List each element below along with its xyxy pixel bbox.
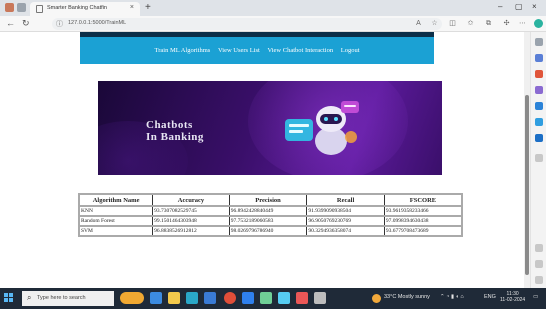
settings-icon[interactable]: [535, 276, 543, 284]
refresh-sidebar-icon[interactable]: [535, 260, 543, 268]
nav-links: Train ML Algorithms View Users List View…: [80, 47, 434, 54]
page-scrollbar-thumb[interactable]: [525, 95, 529, 275]
robot-icon: [285, 101, 359, 155]
edge-sidebar: [530, 32, 546, 288]
app-icon[interactable]: [242, 292, 254, 304]
cell-fscore: 93.9619358233466: [383, 205, 463, 217]
cell-precision: 97.7532189060583: [228, 215, 308, 227]
cell-precision: 98.0269796786940: [228, 225, 308, 237]
search-icon: ⌕: [27, 293, 32, 302]
extensions-icon[interactable]: ✣: [502, 19, 511, 28]
minimize-button[interactable]: –: [498, 2, 502, 11]
tab-close-icon[interactable]: ×: [130, 4, 134, 11]
weather-text[interactable]: 33°C Mostly sunny: [384, 294, 430, 300]
app-icon[interactable]: [314, 292, 326, 304]
nav-train-ml-link[interactable]: Train ML Algorithms: [154, 47, 210, 54]
address-bar-row: ← ↻ ⓘ 127.0.0.1:5000/TrainML A ☆ ◫ ✩ ⧉ ✣…: [0, 16, 546, 32]
widgets-icon[interactable]: [120, 292, 144, 304]
shopping-icon[interactable]: [535, 70, 543, 78]
more-icon[interactable]: ⋯: [518, 19, 527, 28]
table-row: Random Forest 99.1501464303948 97.753218…: [78, 215, 463, 227]
url-field[interactable]: ⓘ 127.0.0.1:5000/TrainML: [52, 18, 442, 30]
app-icon[interactable]: [278, 292, 290, 304]
cell-accuracy: 96.8838526912812: [152, 225, 230, 237]
nav-logout-link[interactable]: Logout: [341, 47, 360, 54]
header-accuracy: Accuracy: [152, 193, 230, 207]
nav-chatbot-interaction-link[interactable]: View Chatbot Interaction: [267, 47, 333, 54]
maximize-button[interactable]: ▢: [515, 2, 523, 11]
discover-icon[interactable]: [535, 54, 543, 62]
url-text[interactable]: 127.0.0.1:5000/TrainML: [68, 20, 126, 26]
table-row: SVM 96.8838526912812 98.0269796786940 90…: [78, 225, 463, 237]
notification-icon[interactable]: ▭: [533, 294, 538, 300]
banner-image: Chatbots In Banking: [98, 81, 442, 175]
favorites-icon[interactable]: ✩: [466, 19, 475, 28]
split-screen-icon[interactable]: ◫: [448, 19, 457, 28]
workspaces-icon[interactable]: [17, 3, 26, 12]
browser-tab[interactable]: Smarter Banking Chatfin ×: [30, 2, 140, 16]
office-icon[interactable]: [535, 118, 543, 126]
cell-algorithm: Random Forest: [78, 215, 154, 227]
cell-accuracy: 99.1501464303948: [152, 215, 230, 227]
outlook-icon[interactable]: [535, 134, 543, 142]
results-table: Algorithm Name Accuracy Precision Recall…: [78, 193, 463, 237]
collections-icon[interactable]: ⧉: [484, 19, 493, 28]
cell-recall: 90.3294936358074: [306, 225, 385, 237]
search-icon[interactable]: [535, 38, 543, 46]
sidebar-layout-icon[interactable]: [535, 244, 543, 252]
edge-icon[interactable]: [186, 292, 198, 304]
clock-date: 11-02-2024: [500, 297, 526, 303]
banner-line-1: Chatbots: [146, 119, 193, 131]
back-icon[interactable]: ←: [6, 18, 15, 28]
taskbar-search-placeholder: Type here to search: [37, 295, 86, 301]
header-algorithm: Algorithm Name: [78, 193, 154, 207]
weather-icon[interactable]: [372, 294, 381, 303]
app-icon[interactable]: [296, 292, 308, 304]
profile-icon[interactable]: [5, 3, 14, 12]
table-row: KNN 93.7307082529745 96.8942428840449 91…: [78, 205, 463, 217]
windows-start-icon[interactable]: [4, 293, 14, 303]
windows-taskbar: ⌕ Type here to search 33°C Mostly sunny …: [0, 288, 546, 309]
close-window-button[interactable]: ×: [532, 2, 537, 11]
chrome-icon[interactable]: [224, 292, 236, 304]
refresh-icon[interactable]: ↻: [22, 18, 30, 29]
tray-icons[interactable]: ⌃ ◔ ▮ ◖ ⌂: [440, 294, 464, 300]
banner-line-2: In Banking: [146, 131, 204, 143]
copilot-icon[interactable]: [534, 19, 543, 28]
cell-accuracy: 93.7307082529745: [152, 205, 230, 217]
read-aloud-icon[interactable]: A: [414, 19, 423, 28]
cell-recall: 96.9050769230769: [306, 215, 385, 227]
navigation-bar: Train ML Algorithms View Users List View…: [80, 37, 434, 64]
cell-algorithm: SVM: [78, 225, 154, 237]
table-header-row: Algorithm Name Accuracy Precision Recall…: [78, 193, 463, 207]
tools-icon[interactable]: [535, 86, 543, 94]
mail-icon[interactable]: [204, 292, 216, 304]
header-recall: Recall: [306, 193, 385, 207]
file-explorer-icon[interactable]: [168, 292, 180, 304]
page-icon: [36, 5, 43, 13]
task-view-icon[interactable]: [150, 292, 162, 304]
tab-title: Smarter Banking Chatfin: [47, 5, 107, 11]
clock[interactable]: 11:30 11-02-2024: [500, 291, 525, 303]
header-precision: Precision: [228, 193, 308, 207]
cell-fscore: 93.6779708473689: [383, 225, 463, 237]
new-tab-button[interactable]: +: [145, 2, 151, 13]
cell-fscore: 97.0998394630438: [383, 215, 463, 227]
nav-view-users-link[interactable]: View Users List: [218, 47, 260, 54]
taskbar-search-box[interactable]: ⌕ Type here to search: [22, 291, 114, 306]
cell-recall: 91.9399090938504: [306, 205, 385, 217]
star-icon[interactable]: ☆: [430, 19, 439, 28]
app-icon[interactable]: [260, 292, 272, 304]
banner-caption: Chatbots In Banking: [146, 119, 204, 143]
cell-precision: 96.8942428840449: [228, 205, 308, 217]
info-icon[interactable]: ⓘ: [56, 19, 63, 29]
browser-tab-strip: Smarter Banking Chatfin × + – ▢ ×: [0, 0, 546, 16]
games-icon[interactable]: [535, 102, 543, 110]
add-icon[interactable]: [535, 154, 543, 162]
header-fscore: FSCORE: [383, 193, 463, 207]
cell-algorithm: KNN: [78, 205, 154, 217]
language-indicator[interactable]: ENG: [484, 294, 496, 300]
